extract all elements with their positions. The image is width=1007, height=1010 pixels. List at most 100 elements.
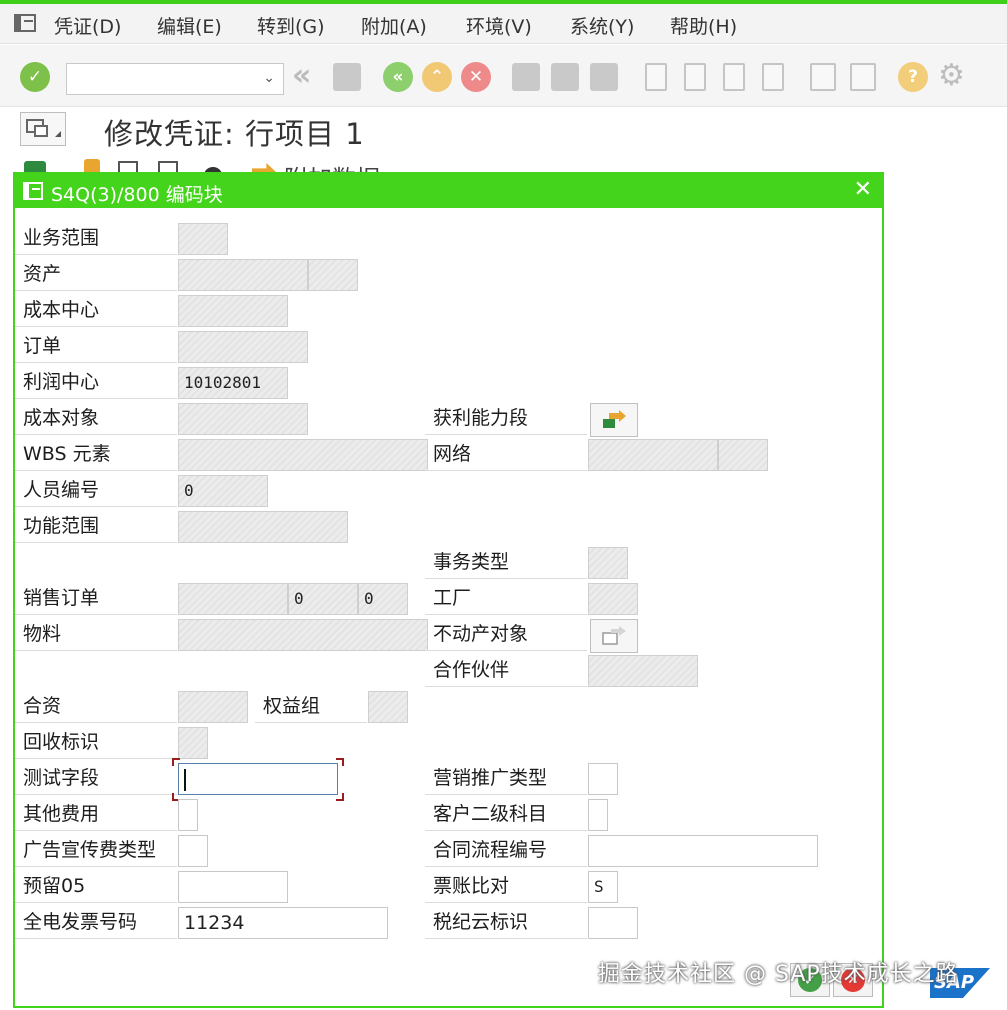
- focus-corner-tr: [336, 758, 344, 766]
- label-functional-area: 功能范围: [15, 510, 177, 543]
- field-cost-center[interactable]: [178, 295, 288, 327]
- dropdown-chevron-icon[interactable]: ⌄: [263, 70, 275, 86]
- real-estate-object-icon: [602, 626, 626, 645]
- title-bar: 修改凭证: 行项目 1: [0, 107, 1007, 153]
- menu-voucher[interactable]: 凭证(D): [54, 12, 121, 39]
- menu-help[interactable]: 帮助(H): [670, 12, 737, 39]
- screen-menu-icon: [26, 119, 61, 137]
- label-marketing-type: 营销推广类型: [425, 762, 587, 795]
- label-customer-sub-account: 客户二级科目: [425, 798, 587, 831]
- field-sales-order-item[interactable]: 0: [288, 583, 358, 615]
- label-e-invoice-number: 全电发票号码: [15, 906, 177, 939]
- menu-goto[interactable]: 转到(G): [257, 12, 325, 39]
- label-sales-order: 销售订单: [15, 582, 177, 615]
- field-wbs-element[interactable]: [178, 439, 428, 471]
- label-invoice-match: 票账比对: [425, 870, 587, 903]
- last-page-icon[interactable]: [762, 63, 784, 91]
- field-order[interactable]: [178, 331, 308, 363]
- label-contract-flow-number: 合同流程编号: [425, 834, 587, 867]
- shortcut-icon[interactable]: [850, 63, 876, 91]
- label-plant: 工厂: [425, 582, 587, 615]
- next-page-icon[interactable]: [723, 63, 745, 91]
- field-material[interactable]: [178, 619, 428, 651]
- text-cursor: [184, 769, 186, 791]
- label-joint-venture: 合资: [15, 690, 177, 723]
- previous-page-icon[interactable]: [684, 63, 706, 91]
- create-session-icon[interactable]: [810, 63, 836, 91]
- menu-environment[interactable]: 环境(V): [466, 12, 532, 39]
- label-cost-object: 成本对象: [15, 402, 177, 435]
- label-wbs-element: WBS 元素: [15, 438, 177, 471]
- field-sales-order[interactable]: [178, 583, 288, 615]
- field-reserved-05[interactable]: [178, 871, 288, 903]
- field-asset[interactable]: [178, 259, 308, 291]
- dialog-header: S4Q(3)/800 编码块 ✕: [15, 174, 882, 208]
- back-icon[interactable]: «: [383, 62, 413, 92]
- field-advertising-type[interactable]: [178, 835, 208, 867]
- menu-extras[interactable]: 附加(A): [361, 12, 427, 39]
- find-next-icon[interactable]: [590, 63, 618, 91]
- back-double-icon[interactable]: «: [292, 61, 322, 92]
- exit-icon[interactable]: ⌃: [422, 62, 452, 92]
- help-icon[interactable]: ?: [898, 62, 928, 92]
- settings-icon[interactable]: ⚙: [938, 61, 968, 92]
- label-partner: 合作伙伴: [425, 654, 587, 687]
- print-icon[interactable]: [512, 63, 540, 91]
- focus-corner-tl: [172, 758, 180, 766]
- label-tax-cloud-flag: 税纪云标识: [425, 906, 587, 939]
- field-equity-group[interactable]: [368, 691, 408, 723]
- menu-bar: 凭证(D) 编辑(E) 转到(G) 附加(A) 环境(V) 系统(Y) 帮助(H…: [0, 4, 1007, 44]
- label-transaction-type: 事务类型: [425, 546, 587, 579]
- field-functional-area[interactable]: [178, 511, 348, 543]
- label-material: 物料: [15, 618, 177, 651]
- label-profitability-segment: 获利能力段: [425, 402, 587, 435]
- field-customer-sub-account[interactable]: [588, 799, 608, 831]
- dialog-window-icon: [23, 182, 43, 200]
- field-plant[interactable]: [588, 583, 638, 615]
- enter-icon[interactable]: ✓: [20, 62, 50, 92]
- menu-edit[interactable]: 编辑(E): [157, 12, 222, 39]
- field-contract-flow-number[interactable]: [588, 835, 818, 867]
- label-advertising-type: 广告宣传费类型: [15, 834, 177, 867]
- save-icon[interactable]: [333, 63, 361, 91]
- command-field[interactable]: ⌄: [66, 63, 284, 95]
- real-estate-object-button[interactable]: [590, 619, 638, 653]
- close-icon[interactable]: ✕: [854, 177, 872, 202]
- field-network[interactable]: [588, 439, 718, 471]
- field-invoice-match[interactable]: S: [588, 871, 618, 903]
- field-personnel-number[interactable]: 0: [178, 475, 268, 507]
- label-test-field: 测试字段: [15, 762, 177, 795]
- field-tax-cloud-flag[interactable]: [588, 907, 638, 939]
- field-profit-center[interactable]: 10102801: [178, 367, 288, 399]
- cancel-icon[interactable]: ✕: [461, 62, 491, 92]
- first-page-icon[interactable]: [645, 63, 667, 91]
- field-sales-order-schedule[interactable]: 0: [358, 583, 408, 615]
- page-title: 修改凭证: 行项目 1: [104, 117, 365, 151]
- label-other-expense: 其他费用: [15, 798, 177, 831]
- field-joint-venture[interactable]: [178, 691, 248, 723]
- field-business-area[interactable]: [178, 223, 228, 255]
- label-cost-center: 成本中心: [15, 294, 177, 327]
- label-equity-group: 权益组: [255, 690, 367, 723]
- field-network-activity[interactable]: [718, 439, 768, 471]
- field-e-invoice-number[interactable]: 11234: [178, 907, 388, 939]
- coding-block-dialog: S4Q(3)/800 编码块 ✕ 业务范围 资产 成本中心 订单 利润中心 10…: [13, 172, 884, 1008]
- field-cost-object[interactable]: [178, 403, 308, 435]
- profitability-segment-button[interactable]: [590, 403, 638, 437]
- dialog-title: S4Q(3)/800 编码块: [51, 184, 223, 206]
- field-transaction-type[interactable]: [588, 547, 628, 579]
- find-icon[interactable]: [551, 63, 579, 91]
- field-asset-subnumber[interactable]: [308, 259, 358, 291]
- menu-icon[interactable]: [14, 14, 36, 32]
- screen-menu-button[interactable]: [20, 112, 66, 146]
- field-other-expense[interactable]: [178, 799, 198, 831]
- field-recovery-indicator[interactable]: [178, 727, 208, 759]
- field-marketing-type[interactable]: [588, 763, 618, 795]
- field-partner[interactable]: [588, 655, 698, 687]
- label-business-area: 业务范围: [15, 222, 177, 255]
- standard-toolbar: ✓ ⌄ « « ⌃ ✕ ? ⚙: [0, 45, 1007, 107]
- label-profit-center: 利润中心: [15, 366, 177, 399]
- focus-corner-br: [336, 793, 344, 801]
- menu-system[interactable]: 系统(Y): [570, 12, 634, 39]
- field-test[interactable]: [178, 763, 338, 795]
